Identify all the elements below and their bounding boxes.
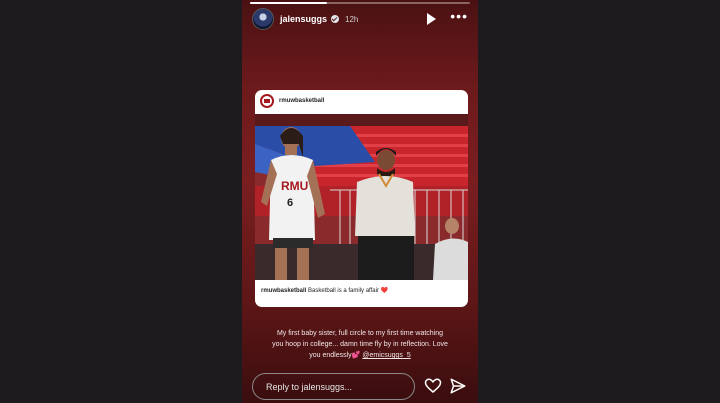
post-caption-emoji: ❤️: [380, 288, 389, 294]
story-progress-fill: [250, 2, 327, 4]
jersey-text: RMU: [281, 179, 308, 193]
reply-placeholder: Reply to jalensuggs...: [266, 381, 353, 392]
jersey-number: 6: [287, 197, 293, 209]
post-avatar[interactable]: [260, 94, 274, 108]
reply-input[interactable]: Reply to jalensuggs...: [252, 373, 415, 400]
story-username[interactable]: jalensuggs: [280, 14, 327, 24]
story-viewer[interactable]: jalensuggs 12h ••• rmuwbasketball RMU 6 …: [242, 0, 478, 403]
verified-badge-icon: [331, 15, 340, 23]
more-options-icon[interactable]: •••: [450, 9, 468, 23]
post-header: rmuwbasketball: [255, 90, 468, 112]
post-caption-username[interactable]: rmuwbasketball: [261, 288, 306, 294]
story-timestamp: 12h: [345, 14, 359, 24]
story-caption: My first baby sister, full circle to my …: [256, 328, 464, 361]
post-caption-text: Basketball is a family affair: [308, 288, 379, 294]
post-caption: rmuwbasketball Basketball is a family af…: [261, 287, 462, 294]
story-progress-bar: [250, 2, 470, 4]
play-icon[interactable]: [427, 13, 437, 25]
story-caption-emoji: 💕: [351, 352, 361, 359]
post-username[interactable]: rmuwbasketball: [279, 98, 324, 104]
story-caption-line-3-text: you endlessly: [309, 352, 352, 359]
mention-link[interactable]: @emicsuggs_5: [362, 352, 410, 359]
post-photo: RMU 6: [255, 114, 468, 280]
shared-post-card[interactable]: rmuwbasketball RMU 6 rmuwbasketball Bask…: [255, 90, 468, 307]
story-header: jalensuggs 12h •••: [252, 6, 468, 32]
story-caption-line-1: My first baby sister, full circle to my …: [276, 330, 444, 337]
send-icon[interactable]: [449, 377, 467, 395]
like-heart-icon[interactable]: [424, 377, 442, 395]
story-caption-line-3: you endlessly💕 @emicsuggs_5: [256, 350, 464, 361]
story-caption-line-2: you hoop in college... damn time fly by …: [272, 341, 448, 348]
avatar[interactable]: [252, 8, 274, 30]
